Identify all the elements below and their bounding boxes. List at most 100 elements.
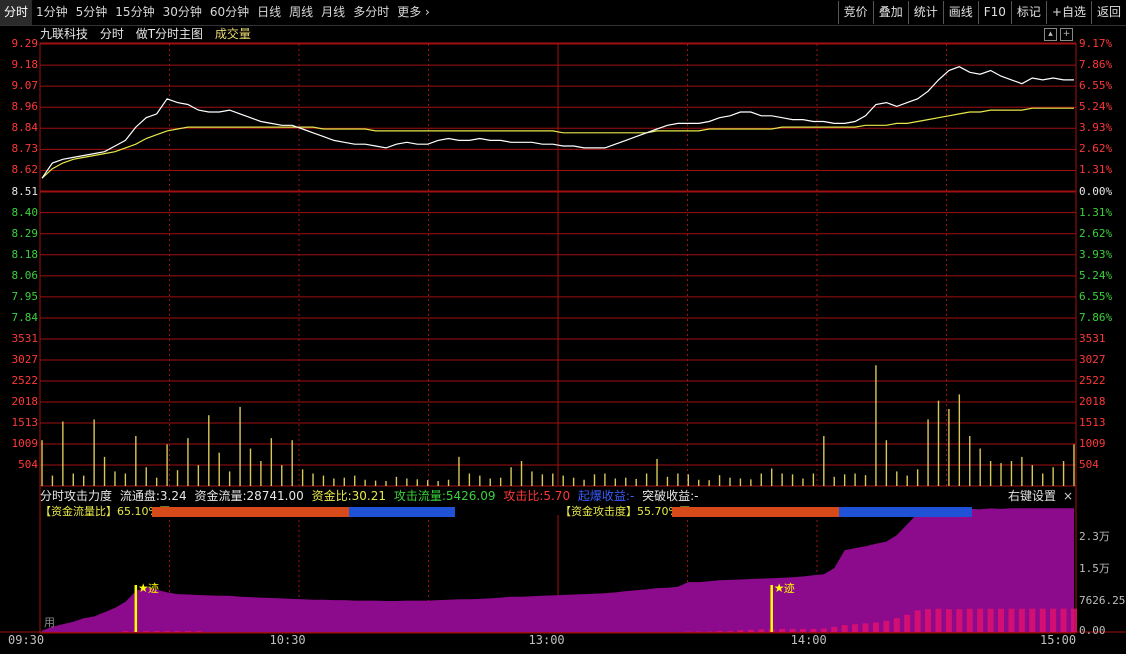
attack-flow: 攻击流量:5426.09: [394, 489, 496, 503]
attack-flow-bar: [184, 631, 191, 632]
attack-flow-bar: [987, 608, 994, 632]
fund-flow-value: 28741.00: [246, 489, 304, 503]
attack-flow-bar: [799, 628, 806, 632]
fund-attack-ratio-value: 55.70: [637, 505, 669, 518]
price-tick: 8.62: [11, 163, 39, 177]
attack-flow-bar: [841, 625, 848, 632]
attack-flow-bar: [164, 631, 171, 632]
attack-flow-bar: [195, 631, 202, 632]
launch-value: -: [629, 489, 635, 503]
close-icon[interactable]: ×: [1063, 488, 1073, 504]
attack-flow-bar: [862, 623, 869, 632]
attack-flow-bar: [1060, 608, 1067, 632]
attack-flow-bar: [174, 631, 181, 632]
price-tick: 8.29: [11, 226, 39, 240]
volume-tick-right: 504: [1079, 458, 1099, 471]
percent-tick: 7.86%: [1079, 311, 1113, 324]
time-tick: 10:30: [269, 633, 306, 647]
attack-flow-bar: [122, 631, 129, 632]
fund-flow: 资金流量:28741.00: [194, 489, 303, 503]
attack-flow-bar: [143, 631, 150, 632]
price-tick: 9.29: [11, 37, 39, 50]
breakout-return: 突破收益:-: [642, 489, 698, 503]
volume-tick: 1009: [11, 437, 39, 450]
float-label: 流通盘:3.24: [120, 489, 187, 503]
lower-tick: 0.00: [1079, 624, 1106, 637]
price-tick: 8.06: [11, 268, 39, 282]
volume-tick-right: 2522: [1079, 374, 1106, 387]
price-tick: 8.73: [11, 142, 39, 156]
volume-tick-right: 2018: [1079, 395, 1106, 408]
percent-tick: 3.93%: [1079, 247, 1113, 261]
time-tick: 14:00: [790, 633, 827, 647]
fund-ratio: 资金比:30.21: [312, 489, 386, 503]
attack-flow-bar: [872, 622, 879, 632]
volume-tick: 3027: [11, 353, 39, 366]
fund-flow-label: 资金流量:: [194, 489, 247, 503]
fund-flow-ratio: 【资金流量比】65.10%买: [40, 505, 170, 519]
attack-flow-label: 攻击流量:: [393, 489, 446, 503]
volume-tick: 2018: [11, 395, 39, 408]
attack-ratio-label: 攻击比:: [503, 489, 544, 503]
attack-flow-bar: [925, 609, 932, 632]
percent-tick: 5.24%: [1079, 100, 1113, 114]
lower-tick: 1.5万: [1079, 562, 1110, 575]
attack-flow-bar: [831, 626, 838, 632]
volume-tick-right: 1513: [1079, 416, 1106, 429]
price-tick: 8.84: [11, 121, 39, 135]
attack-ratio-value: 5.70: [543, 489, 571, 503]
attack-flow-bar: [977, 608, 984, 632]
price-tick: 8.18: [11, 247, 39, 261]
lower-tick: 7626.25: [1079, 594, 1126, 607]
attack-flow-bar: [914, 610, 921, 632]
volume-tick-right: 3531: [1079, 332, 1106, 345]
indicator-name[interactable]: 分时攻击力度: [40, 489, 112, 503]
attack-flow-bar: [820, 628, 827, 632]
price-tick: 8.40: [11, 205, 39, 219]
attack-flow-bar: [1029, 608, 1036, 632]
time-tick: 09:30: [8, 633, 45, 647]
time-tick: 15:00: [1040, 633, 1077, 647]
fund-attack-ratio-label: 【资金攻击度】: [560, 505, 637, 518]
marker-label: 迹: [784, 582, 795, 595]
launch-label: 起爆收益:: [577, 489, 630, 503]
chart-canvas[interactable]: ★ 迹 ★ 迹: [0, 0, 1126, 654]
attack-flow-bar: [966, 608, 973, 632]
attack-flow-bar: [716, 631, 723, 632]
attack-flow-bar: [727, 631, 733, 632]
float-label-text: 流通盘:: [119, 489, 160, 503]
attack-flow-bar: [789, 628, 796, 632]
attack-flow-bar: [1018, 608, 1025, 632]
attack-ratio: 攻击比:5.70: [503, 489, 570, 503]
fund-ratio-value: 30.21: [351, 489, 386, 503]
attack-flow-bar: [935, 608, 942, 632]
percent-tick: 5.24%: [1079, 268, 1113, 282]
attack-flow-bar: [1050, 608, 1057, 632]
fund-attack-sell-bar: [839, 507, 972, 517]
price-tick: 7.84: [11, 311, 39, 324]
fund-attack-buy-bar: [672, 507, 839, 517]
volume-tick-right: 3027: [1079, 353, 1106, 366]
attack-flow-bar: [1008, 608, 1015, 632]
price-tick: 9.18: [11, 58, 39, 72]
volume-tick: 1513: [11, 416, 39, 429]
attack-flow-bar: [945, 609, 952, 632]
fund-flow-buy-bar: [152, 507, 349, 517]
percent-tick: 2.62%: [1079, 142, 1113, 156]
fund-attack-ratio: 【资金攻击度】55.70%买: [560, 505, 690, 519]
fund-ratio-label: 资金比:: [311, 489, 352, 503]
volume-tick: 504: [18, 458, 38, 471]
volume-tick: 2522: [11, 374, 39, 387]
attack-flow-bar: [758, 629, 765, 632]
lower-corner-label: 用: [44, 616, 55, 629]
breakout-value: -: [694, 489, 699, 503]
percent-tick: 6.55%: [1079, 289, 1113, 303]
percent-tick: 1.31%: [1079, 205, 1113, 219]
attack-flow-bar: [893, 618, 900, 632]
right-click-settings[interactable]: 右键设置: [1008, 488, 1056, 504]
attack-flow-bar: [904, 614, 911, 632]
volume-tick: 3531: [11, 332, 39, 345]
attack-flow-bar: [1071, 608, 1077, 632]
indicator-info-row: 分时攻击力度 流通盘:3.24 资金流量:28741.00 资金比:30.21 …: [40, 488, 703, 504]
price-tick: 9.07: [11, 79, 39, 93]
